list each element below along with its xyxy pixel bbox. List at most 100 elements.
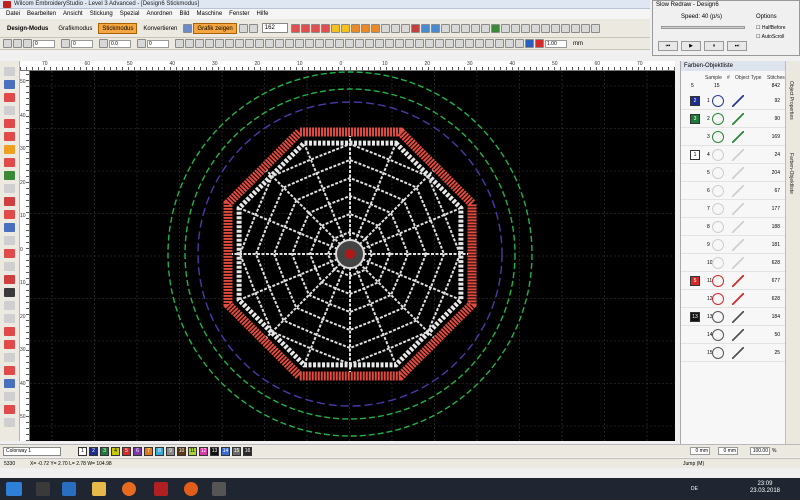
stitch-tool-icon[interactable] <box>300 23 310 33</box>
graphic-mode-button[interactable]: Grafikmodus <box>54 23 96 34</box>
firefox-icon[interactable] <box>122 482 136 496</box>
color-swatch[interactable]: 1 <box>690 150 700 160</box>
colorway-swatch[interactable]: 13 <box>210 447 219 456</box>
colorway-swatch[interactable]: 6 <box>133 447 142 456</box>
align-icon[interactable] <box>460 23 470 33</box>
arrange-icon[interactable] <box>550 23 560 33</box>
tool-icon[interactable] <box>255 39 264 48</box>
convert-button[interactable]: Konvertieren <box>139 23 181 34</box>
show-graphic-button[interactable]: Grafik zeigen <box>193 22 237 34</box>
stitch-length-input[interactable]: 1.00 <box>545 39 567 48</box>
menu-ansicht[interactable]: Ansicht <box>63 11 83 17</box>
object-row[interactable]: 13 13 184 <box>681 308 786 326</box>
ie-icon[interactable] <box>62 482 76 496</box>
play-icon[interactable]: ▶ <box>681 41 701 51</box>
tool-icon[interactable] <box>185 39 194 48</box>
outline-tool-icon[interactable] <box>390 23 400 33</box>
tool-icon[interactable] <box>305 39 314 48</box>
tool-icon[interactable] <box>405 39 414 48</box>
stitch-tool-icon[interactable] <box>320 23 330 33</box>
width-icon[interactable] <box>137 39 146 48</box>
colorway-swatch[interactable]: 3 <box>100 447 109 456</box>
design-canvas[interactable] <box>30 71 675 441</box>
toolbox-tool-icon[interactable] <box>4 145 15 154</box>
tool-icon[interactable] <box>235 39 244 48</box>
color-swatch[interactable]: 5 <box>690 276 700 286</box>
toolbox-tool-icon[interactable] <box>4 405 15 414</box>
width-percent-field[interactable]: 100.00 <box>750 447 770 455</box>
autoscroll-checkbox[interactable]: ☐ AutoScroll <box>756 34 784 40</box>
toolbox-tool-icon[interactable] <box>4 301 15 310</box>
object-row[interactable]: 7 177 <box>681 200 786 218</box>
end-icon[interactable]: ⏭ <box>727 41 747 51</box>
height-field[interactable]: 0 mm <box>718 447 738 455</box>
object-row[interactable]: 12 628 <box>681 290 786 308</box>
tool-icon[interactable] <box>195 39 204 48</box>
toolbox-tool-icon[interactable] <box>4 249 15 258</box>
object-row[interactable]: 14 50 <box>681 326 786 344</box>
tool-icon[interactable] <box>485 39 494 48</box>
tool-icon[interactable] <box>385 39 394 48</box>
colorway-swatch[interactable]: 9 <box>166 447 175 456</box>
toolbox-tool-icon[interactable] <box>4 171 15 180</box>
fill-tool-icon[interactable] <box>330 23 340 33</box>
menu-datei[interactable]: Datei <box>6 11 20 17</box>
task-view-icon[interactable] <box>36 482 50 496</box>
object-row[interactable]: 1 4 24 <box>681 146 786 164</box>
tool-icon[interactable] <box>215 39 224 48</box>
appliqué-icon[interactable] <box>490 23 500 33</box>
tool-icon[interactable] <box>335 39 344 48</box>
app-icon[interactable] <box>184 482 198 496</box>
tool-icon[interactable] <box>245 39 254 48</box>
menu-fenster[interactable]: Fenster <box>229 11 249 17</box>
tool-icon[interactable] <box>205 39 214 48</box>
toolbox-tool-icon[interactable] <box>4 288 15 297</box>
language-indicator[interactable]: DE <box>691 486 698 492</box>
toolbox-tool-icon[interactable] <box>4 340 15 349</box>
scale-icon[interactable] <box>520 23 530 33</box>
group-icon[interactable] <box>470 23 480 33</box>
zoom-input[interactable]: 162 <box>261 23 288 33</box>
toolbox-tool-icon[interactable] <box>4 392 15 401</box>
satin-tool-icon[interactable] <box>370 23 380 33</box>
system-clock[interactable]: 23:09 23.03.2018 <box>750 481 780 495</box>
arrange-icon[interactable] <box>540 23 550 33</box>
group-icon[interactable] <box>480 23 490 33</box>
design-mode-button[interactable]: Design-Modus <box>3 23 52 34</box>
tab-object-properties[interactable]: Object Properties <box>788 81 794 120</box>
menu-spezial[interactable]: Spezial <box>120 11 140 17</box>
tool-icon[interactable] <box>355 39 364 48</box>
colorway-swatch[interactable]: 14 <box>221 447 230 456</box>
tool-icon[interactable] <box>325 39 334 48</box>
object-row[interactable]: 15 25 <box>681 344 786 362</box>
embroidery-studio-icon[interactable] <box>154 482 168 496</box>
colorway-swatch[interactable]: 2 <box>89 447 98 456</box>
zoom-icon[interactable] <box>238 23 248 33</box>
arrange-icon[interactable] <box>570 23 580 33</box>
tool-icon[interactable] <box>455 39 464 48</box>
object-row[interactable]: 9 181 <box>681 236 786 254</box>
view-icon[interactable] <box>183 23 193 33</box>
cut-tool-icon[interactable] <box>410 23 420 33</box>
tool-icon[interactable] <box>515 39 524 48</box>
toolbox-tool-icon[interactable] <box>4 158 15 167</box>
tool-icon[interactable] <box>415 39 424 48</box>
tool-icon[interactable] <box>375 39 384 48</box>
app-icon[interactable] <box>212 482 226 496</box>
color-icon[interactable] <box>535 39 544 48</box>
toolbox-tool-icon[interactable] <box>4 262 15 271</box>
tool-icon[interactable] <box>445 39 454 48</box>
start-icon[interactable]: ⏮ <box>658 41 678 51</box>
toolbox-tool-icon[interactable] <box>4 197 15 206</box>
object-row[interactable]: 8 188 <box>681 218 786 236</box>
tool-icon[interactable] <box>295 39 304 48</box>
width-field[interactable]: 0 mm <box>690 447 710 455</box>
stitch-tool-icon[interactable] <box>310 23 320 33</box>
tool-icon[interactable] <box>175 39 184 48</box>
node-tool-icon[interactable] <box>400 23 410 33</box>
toolbox-tool-icon[interactable] <box>4 236 15 245</box>
outline-tool-icon[interactable] <box>380 23 390 33</box>
colorway-swatch[interactable]: 4 <box>111 447 120 456</box>
property-field[interactable]: 0 <box>71 39 93 48</box>
colorway-swatch[interactable]: 12 <box>199 447 208 456</box>
